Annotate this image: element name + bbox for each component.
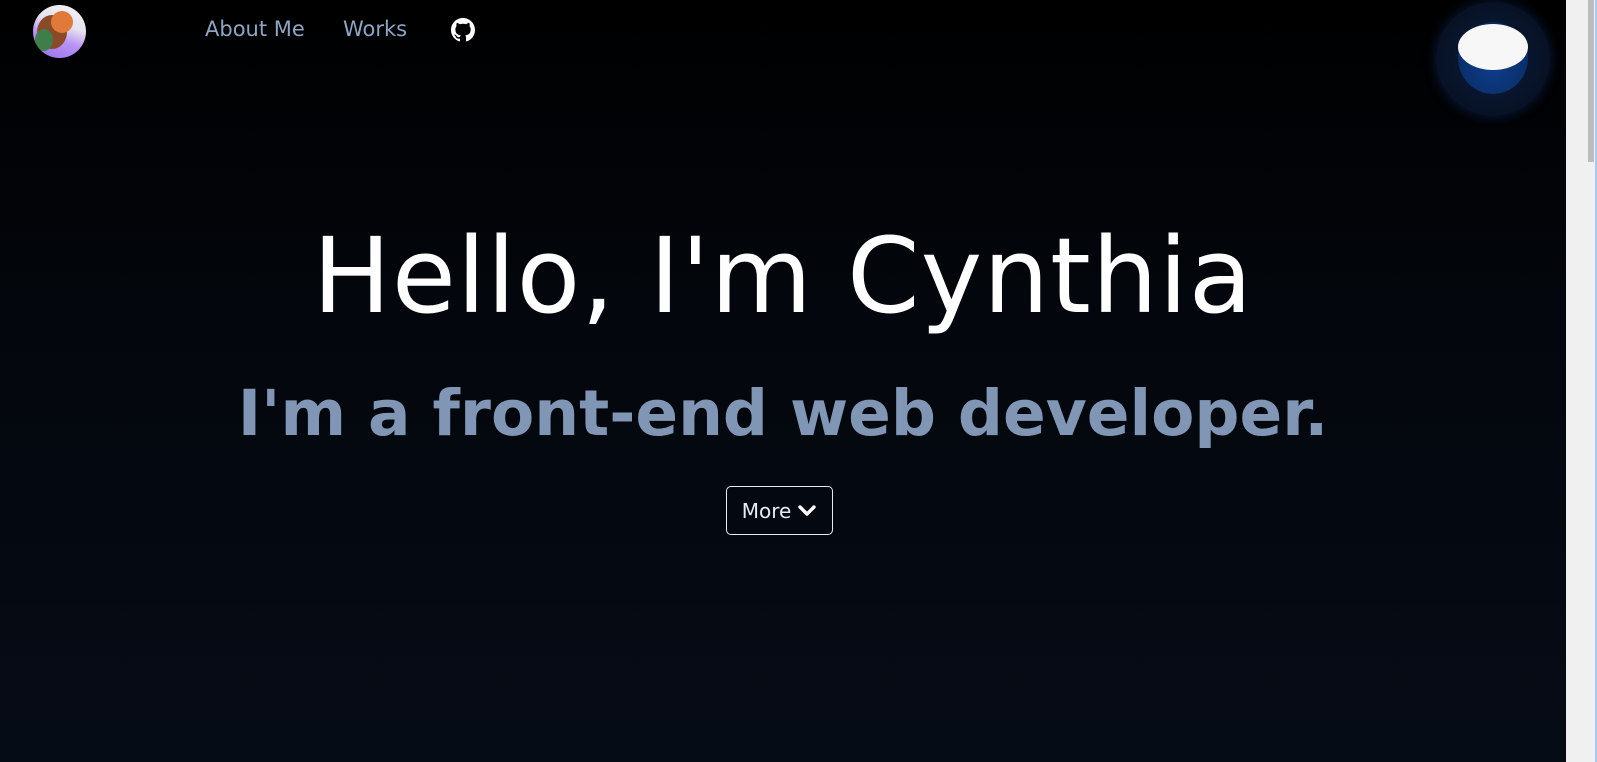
avatar[interactable] — [33, 5, 86, 58]
nav-link-about-me[interactable]: About Me — [205, 17, 305, 41]
nav-link-works[interactable]: Works — [343, 17, 407, 41]
more-button-label: More — [741, 498, 792, 523]
avatar-figure-shade — [35, 29, 53, 51]
hero-subtitle: I'm a front-end web developer. — [237, 377, 1329, 450]
chevron-down-icon — [797, 501, 817, 521]
avatar-figure-accent — [51, 11, 73, 33]
hero-title: Hello, I'm Cynthia — [312, 215, 1254, 337]
top-nav: About Me Works — [0, 0, 1566, 62]
page: About Me Works Hello, I'm Cynthia I'm a … — [0, 0, 1566, 762]
more-button[interactable]: More — [726, 486, 833, 535]
moon-highlight — [1458, 24, 1528, 70]
theme-toggle-button[interactable] — [1436, 2, 1550, 116]
scrollbar-thumb[interactable] — [1588, 0, 1594, 162]
github-icon[interactable] — [451, 18, 475, 42]
scrollbar[interactable] — [1566, 0, 1597, 762]
